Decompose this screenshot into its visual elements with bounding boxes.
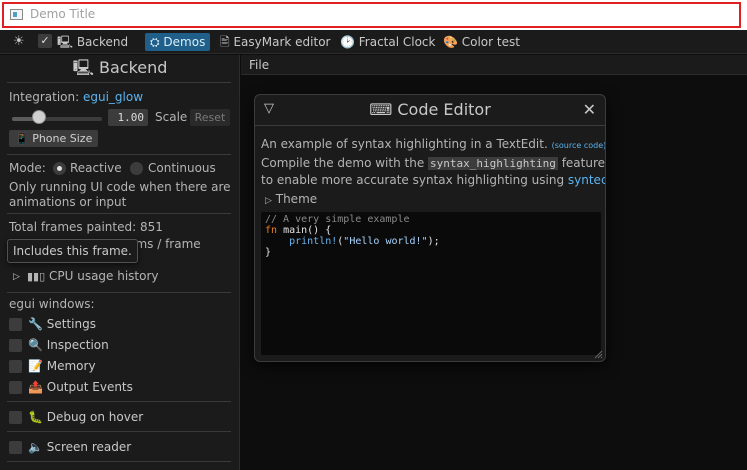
total-frames-text: Total frames painted: 851 bbox=[9, 220, 163, 234]
phone-size-button[interactable]: 📱 Phone Size bbox=[9, 130, 99, 147]
integration-label: Integration: bbox=[9, 90, 83, 104]
divider bbox=[7, 461, 231, 462]
code-line: println!("Hello world!"); bbox=[265, 236, 597, 247]
mode-reactive-radio[interactable] bbox=[53, 162, 66, 175]
collapse-arrow-icon[interactable]: ▷ bbox=[13, 272, 20, 282]
settings-label[interactable]: 🔧 Settings bbox=[28, 317, 96, 331]
inspection-label[interactable]: 🔍 Inspection bbox=[28, 338, 109, 352]
reset-button[interactable]: Reset bbox=[190, 109, 230, 126]
divider bbox=[7, 292, 231, 293]
theme-collapsing-header[interactable]: ▷ Theme bbox=[265, 192, 317, 206]
collapse-arrow-icon: ▷ bbox=[265, 196, 272, 206]
code-line: fn main() { bbox=[265, 225, 597, 236]
theme-label: Theme bbox=[275, 192, 318, 206]
code-string: "Hello world!" bbox=[343, 236, 428, 247]
code-line: // A very simple example bbox=[265, 214, 597, 225]
titlebar-highlight-outline bbox=[2, 2, 741, 28]
settings-checkbox[interactable] bbox=[9, 318, 22, 331]
window-titlebar: Demo Title bbox=[0, 0, 747, 30]
integration-link[interactable]: egui_glow bbox=[83, 90, 143, 104]
divider bbox=[7, 401, 231, 402]
output-events-label[interactable]: 📤 Output Events bbox=[28, 380, 133, 394]
intro-text: An example of syntax highlighting in a T… bbox=[261, 137, 548, 151]
tab-demos[interactable]: ⛭ Demos bbox=[145, 33, 211, 51]
bar-chart-icon: ▮▮▯ bbox=[27, 270, 46, 283]
code-editor-window[interactable]: ▽ ⌨ Code Editor ✕ An example of syntax h… bbox=[254, 94, 606, 362]
mode-label: Mode: bbox=[9, 161, 46, 175]
code-fn-signature: main() { bbox=[277, 225, 332, 236]
cpu-history-label: CPU usage history bbox=[49, 269, 159, 283]
mode-reactive-label[interactable]: Reactive bbox=[70, 161, 122, 175]
divider bbox=[7, 431, 231, 432]
mode-note-line2: animations or input bbox=[9, 195, 127, 209]
code-editor-title: ⌨ Code Editor bbox=[369, 100, 491, 119]
code-macro: println! bbox=[289, 236, 338, 247]
backend-toggle-label[interactable]: 🖳 Backend bbox=[57, 33, 128, 51]
resize-grip-icon[interactable] bbox=[593, 349, 603, 359]
divider bbox=[7, 154, 231, 155]
window-title: Demo Title bbox=[30, 7, 96, 21]
memory-label[interactable]: 📝 Memory bbox=[28, 359, 96, 373]
backend-panel-heading: 🖳 Backend bbox=[72, 58, 168, 77]
code-comment: // A very simple example bbox=[265, 214, 410, 225]
code-paren-close: ); bbox=[427, 236, 440, 247]
compile-text-pre: Compile the demo with the bbox=[261, 156, 429, 170]
feature-name-code: syntax_highlighting bbox=[428, 157, 558, 170]
tab-easymark-editor[interactable]: 🖹 EasyMark editor bbox=[220, 33, 330, 51]
compile-line: Compile the demo with the syntax_highlig… bbox=[261, 156, 605, 170]
enable-line: to enable more accurate syntax highlight… bbox=[261, 173, 605, 187]
divider bbox=[7, 213, 231, 214]
integration-row: Integration: egui_glow bbox=[9, 90, 143, 104]
mode-note-line1: Only running UI code when there are bbox=[9, 180, 231, 194]
tab-fractal-clock[interactable]: 🕑 Fractal Clock bbox=[340, 33, 435, 51]
tooltip: Includes this frame. bbox=[7, 239, 138, 263]
syntect-link[interactable]: syntect bbox=[568, 173, 605, 187]
close-icon[interactable]: ✕ bbox=[583, 100, 596, 119]
inspection-checkbox[interactable] bbox=[9, 339, 22, 352]
file-menu[interactable]: File bbox=[249, 58, 269, 72]
output-events-checkbox[interactable] bbox=[9, 381, 22, 394]
code-brace: } bbox=[265, 247, 272, 258]
intro-line: An example of syntax highlighting in a T… bbox=[261, 137, 605, 151]
debug-on-hover-checkbox[interactable] bbox=[9, 411, 22, 424]
scale-slider-handle[interactable] bbox=[32, 110, 46, 124]
code-line: } bbox=[265, 247, 597, 258]
code-text-editor[interactable]: // A very simple example fn main() { pri… bbox=[261, 212, 601, 355]
debug-on-hover-label[interactable]: 🐛 Debug on hover bbox=[28, 410, 143, 424]
app-window-icon bbox=[10, 9, 23, 20]
code-keyword: fn bbox=[265, 225, 278, 236]
scale-label: Scale bbox=[155, 110, 188, 124]
enable-text-pre: to enable more accurate syntax highlight… bbox=[261, 173, 568, 187]
code-editor-titlebar[interactable]: ▽ ⌨ Code Editor ✕ bbox=[255, 95, 605, 126]
memory-checkbox[interactable] bbox=[9, 360, 22, 373]
scale-slider-track[interactable] bbox=[12, 117, 102, 121]
backend-toggle-checkbox[interactable]: ✓ bbox=[38, 34, 52, 48]
tab-color-test[interactable]: 🎨 Color test bbox=[443, 33, 520, 51]
cpu-history-header[interactable]: ▮▮▯ CPU usage history bbox=[27, 269, 159, 283]
sun-icon[interactable]: ☀ bbox=[13, 33, 25, 51]
central-menu-bar: File bbox=[241, 55, 747, 75]
compile-text-post: feature bbox=[557, 156, 606, 170]
mode-continuous-radio[interactable] bbox=[130, 162, 143, 175]
egui-windows-heading: egui windows: bbox=[9, 297, 95, 311]
scale-value-field[interactable]: 1.00 bbox=[108, 109, 148, 126]
screen-reader-checkbox[interactable] bbox=[9, 441, 22, 454]
mode-continuous-label[interactable]: Continuous bbox=[148, 161, 216, 175]
source-code-link[interactable]: (source code) bbox=[552, 141, 605, 150]
backend-side-panel: 🖳 Backend Integration: egui_glow 1.00 Sc… bbox=[0, 55, 240, 470]
screen-reader-label[interactable]: 🔈 Screen reader bbox=[28, 440, 131, 454]
top-menu-bar: ☀ ✓ 🖳 Backend ⛭ Demos 🖹 EasyMark editor … bbox=[0, 30, 747, 54]
divider bbox=[7, 82, 231, 83]
